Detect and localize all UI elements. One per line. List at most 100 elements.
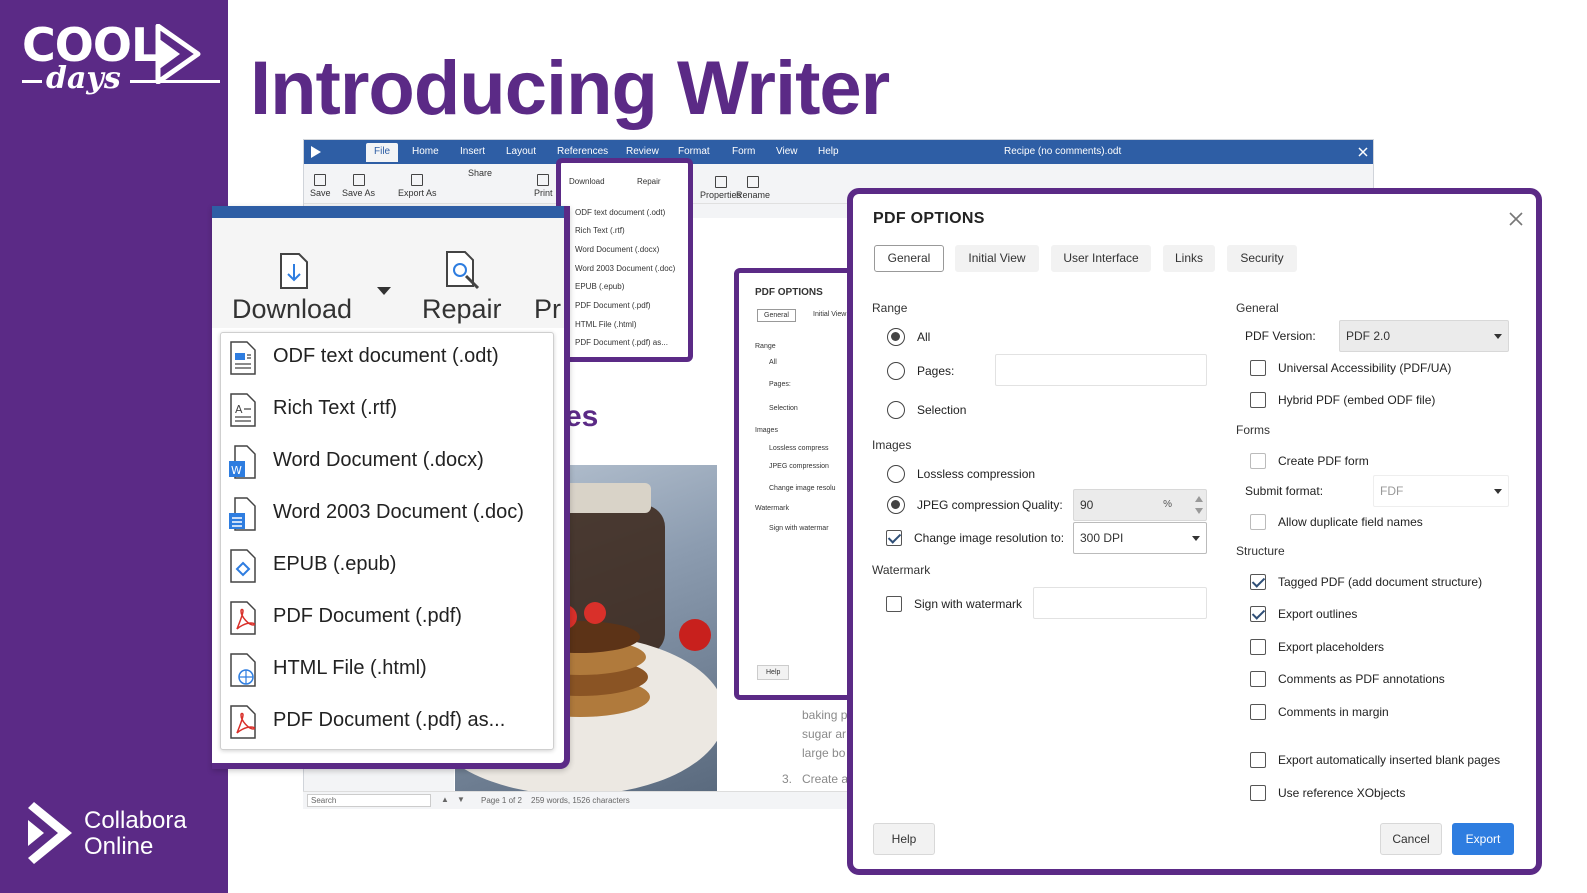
tab-general[interactable]: General (874, 245, 944, 272)
menu-references[interactable]: References (557, 146, 608, 157)
logo-arrow-icon (155, 24, 201, 84)
download-button[interactable]: Download (232, 294, 352, 325)
hybrid-pdf-checkbox[interactable] (1250, 392, 1266, 408)
lossless-radio[interactable] (887, 465, 905, 483)
range-pages-radio[interactable] (887, 362, 905, 380)
mini-sign-option[interactable]: Sign with watermar (769, 525, 829, 532)
mini-change-res-option[interactable]: Change image resolu (769, 485, 836, 492)
menu-item-pdf[interactable]: PDF Document (.pdf) (221, 593, 553, 645)
structure-heading: Structure (1236, 544, 1285, 558)
comments-pdf-checkbox[interactable] (1250, 671, 1266, 687)
help-button[interactable]: Help (873, 823, 935, 855)
export-as-button[interactable]: Export As (398, 174, 437, 198)
tab-links[interactable]: Links (1163, 245, 1215, 272)
mini-item[interactable]: HTML File (.html) (575, 319, 636, 331)
tab-user-interface[interactable]: User Interface (1051, 245, 1151, 272)
mini-lossless-option[interactable]: Lossless compress (769, 445, 829, 452)
watermark-checkbox[interactable] (886, 596, 902, 612)
pdf-version-select[interactable]: PDF 2.0 (1339, 320, 1509, 352)
mini-help-button[interactable]: Help (757, 665, 790, 680)
menu-item-docx[interactable]: W Word Document (.docx) (221, 437, 553, 489)
search-up-icon[interactable]: ▲ (441, 795, 449, 804)
mini-download-label[interactable]: Download (569, 177, 605, 186)
menu-layout[interactable]: Layout (506, 146, 536, 157)
mini-all-option[interactable]: All (769, 359, 777, 366)
share-button[interactable]: Share (468, 168, 492, 178)
menu-home[interactable]: Home (412, 146, 439, 157)
duplicate-names-checkbox[interactable] (1250, 514, 1266, 530)
mini-item[interactable]: PDF Document (.pdf) (575, 300, 651, 312)
save-button[interactable]: Save (310, 174, 331, 198)
blank-pages-checkbox[interactable] (1250, 752, 1266, 768)
menu-item-odt[interactable]: ODF text document (.odt) (221, 333, 553, 385)
close-icon[interactable] (1358, 147, 1368, 157)
mini-tab-initial-view[interactable]: Initial View (813, 311, 846, 318)
mini-item[interactable]: Word Document (.docx) (575, 244, 659, 256)
search-input[interactable]: Search (307, 794, 431, 807)
submit-format-label: Submit format: (1245, 484, 1324, 498)
change-resolution-label: Change image resolution to: (914, 531, 1065, 545)
search-down-icon[interactable]: ▼ (457, 795, 465, 804)
export-button[interactable]: Export (1452, 823, 1514, 855)
mini-item[interactable]: PDF Document (.pdf) as... (575, 337, 668, 349)
menu-file[interactable]: File (366, 143, 399, 162)
change-resolution-checkbox[interactable] (886, 530, 902, 546)
comments-margin-checkbox[interactable] (1250, 704, 1266, 720)
mini-tab-general[interactable]: General (757, 309, 796, 322)
close-icon[interactable] (1505, 208, 1527, 230)
mini-jpeg-option[interactable]: JPEG compression (769, 463, 829, 470)
mini-pages-option[interactable]: Pages: (769, 381, 791, 388)
save-as-button[interactable]: Save As (342, 174, 375, 198)
jpeg-radio[interactable] (887, 496, 905, 514)
menu-review[interactable]: Review (626, 146, 659, 157)
blank-pages-label: Export automatically inserted blank page… (1278, 753, 1501, 767)
range-all-label: All (917, 330, 931, 344)
tagged-pdf-checkbox[interactable] (1250, 574, 1266, 590)
mini-item[interactable]: ODF text document (.odt) (575, 207, 665, 219)
range-selection-radio[interactable] (887, 401, 905, 419)
create-form-checkbox[interactable] (1250, 453, 1266, 469)
menu-item-pdf-as[interactable]: PDF Document (.pdf) as... (221, 697, 553, 749)
dropdown-arrow-icon[interactable] (376, 286, 392, 296)
menu-item-epub[interactable]: EPUB (.epub) (221, 541, 553, 593)
print-button[interactable]: Print (534, 174, 553, 198)
stepper-arrows-icon[interactable] (1192, 490, 1206, 520)
tab-initial-view[interactable]: Initial View (955, 245, 1039, 272)
export-placeholders-checkbox[interactable] (1250, 639, 1266, 655)
mini-selection-option[interactable]: Selection (769, 405, 798, 412)
cancel-button[interactable]: Cancel (1380, 823, 1442, 855)
menu-item-doc[interactable]: Word 2003 Document (.doc) (221, 489, 553, 541)
export-outlines-checkbox[interactable] (1250, 606, 1266, 622)
menu-item-rtf[interactable]: A Rich Text (.rtf) (221, 385, 553, 437)
menu-format[interactable]: Format (678, 146, 710, 157)
document-heading-fragment: es (565, 400, 599, 433)
properties-button[interactable]: Properties (700, 176, 741, 200)
mini-item[interactable]: Word 2003 Document (.doc) (575, 263, 675, 275)
app-logo-icon (311, 146, 321, 158)
tab-security[interactable]: Security (1227, 245, 1297, 272)
download-icon[interactable] (278, 252, 310, 290)
resolution-select[interactable]: 300 DPI (1073, 522, 1207, 554)
properties-button-partial[interactable]: Pr (534, 294, 561, 325)
repair-button[interactable]: Repair (422, 294, 502, 325)
watermark-label: Sign with watermark (914, 597, 1023, 611)
mini-item[interactable]: Rich Text (.rtf) (575, 225, 625, 237)
menu-item-html[interactable]: HTML File (.html) (221, 645, 553, 697)
submit-format-select[interactable]: FDF (1373, 475, 1509, 507)
menu-help[interactable]: Help (818, 146, 839, 157)
xobjects-checkbox[interactable] (1250, 785, 1266, 801)
repair-icon[interactable] (444, 250, 482, 290)
quality-stepper[interactable]: 90 % (1073, 489, 1207, 521)
range-all-radio[interactable] (887, 328, 905, 346)
watermark-input[interactable] (1033, 587, 1207, 619)
pages-input[interactable] (995, 354, 1207, 386)
menu-view[interactable]: View (776, 146, 798, 157)
menu-form[interactable]: Form (732, 146, 755, 157)
pdf-ua-checkbox[interactable] (1250, 360, 1266, 376)
pdf-ua-label: Universal Accessibility (PDF/UA) (1278, 361, 1452, 375)
mini-item[interactable]: EPUB (.epub) (575, 281, 624, 293)
mini-repair-label[interactable]: Repair (637, 177, 661, 186)
rename-button[interactable]: Rename (736, 176, 770, 200)
menu-insert[interactable]: Insert (460, 146, 485, 157)
menu-item-label: Word 2003 Document (.doc) (273, 501, 524, 523)
